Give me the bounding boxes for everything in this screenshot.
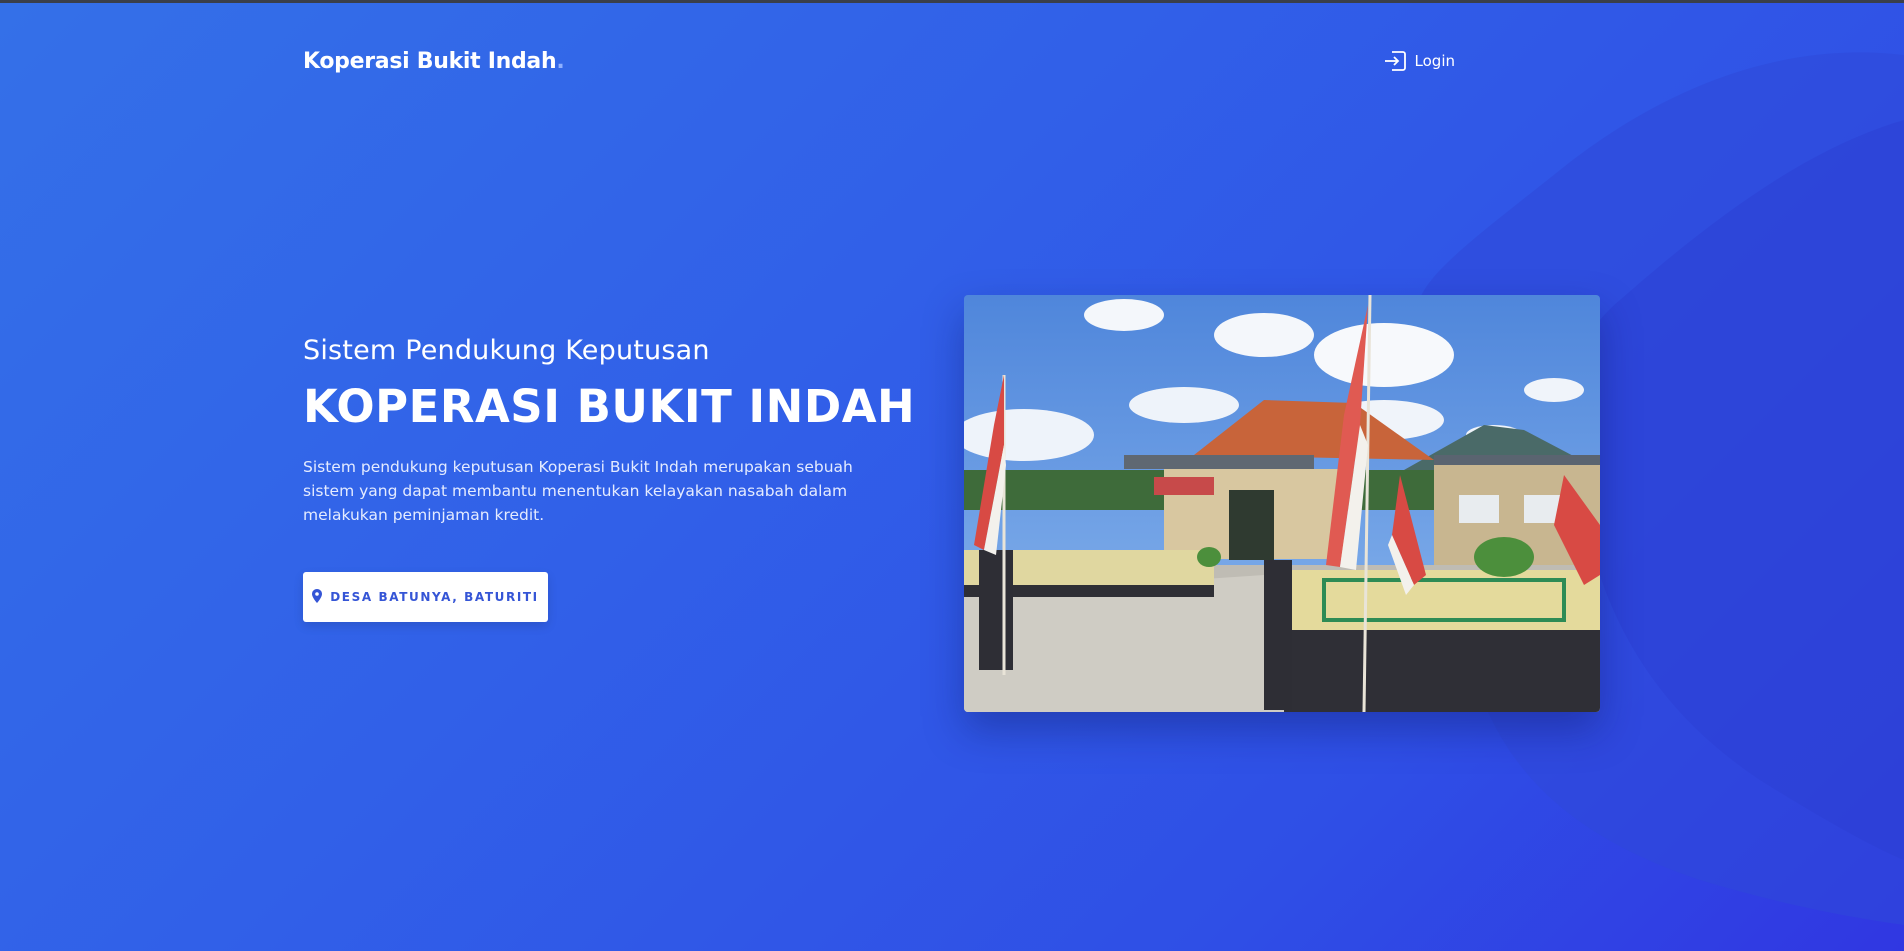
brand-name: Koperasi Bukit Indah (303, 48, 557, 74)
hero-title: KOPERASI BUKIT INDAH (303, 380, 916, 433)
login-label: Login (1414, 52, 1455, 70)
sign-in-icon (1383, 50, 1407, 72)
hero-section: Sistem Pendukung Keputusan KOPERASI BUKI… (303, 335, 916, 527)
location-label: DESA BATUNYA, BATURITI (330, 590, 539, 604)
location-button[interactable]: DESA BATUNYA, BATURITI (303, 572, 548, 622)
map-marker-icon (312, 588, 323, 606)
hero-subtitle: Sistem Pendukung Keputusan (303, 335, 710, 366)
hero-description: Sistem pendukung keputusan Koperasi Buki… (303, 458, 853, 524)
navbar: Koperasi Bukit Indah. Login (303, 44, 1455, 78)
landing-page: Koperasi Bukit Indah. Login Sistem Pendu… (0, 0, 1904, 951)
brand-logo[interactable]: Koperasi Bukit Indah. (303, 48, 565, 74)
login-link[interactable]: Login (1383, 50, 1455, 72)
office-building-photo (964, 295, 1600, 712)
background-blob-shape (1416, 52, 1904, 925)
brand-dot: . (556, 48, 565, 74)
